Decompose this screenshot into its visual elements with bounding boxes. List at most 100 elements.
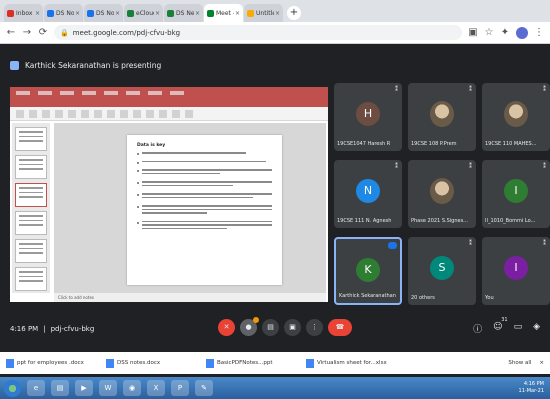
participant-tile[interactable]: ⁑ I II_1010_Bommi Lo... [482,160,550,228]
slide-notes[interactable]: Click to add notes [54,293,326,302]
participant-photo [430,178,454,204]
browser-tab[interactable]: DS Nemo...× [164,4,203,22]
tab-title: DS Nemo... [176,9,194,17]
participant-photo [504,101,528,127]
paint-icon[interactable]: ✎ [195,380,213,396]
activities-icon[interactable]: ◈ [533,322,540,335]
powerpoint-icon[interactable]: P [171,380,189,396]
word-icon[interactable]: W [99,380,117,396]
current-slide: Data is key [127,135,282,285]
slide-thumbnail[interactable] [15,239,47,263]
extension-icon[interactable]: ✦ [500,27,510,38]
participant-name: 19CSE1047 Haresh R [337,141,391,147]
tab-close-icon[interactable]: × [235,10,240,17]
slide-thumbnails [12,123,50,293]
slide-thumbnail[interactable] [15,211,47,235]
tab-favicon-icon [127,9,134,17]
camera-icon[interactable]: ▣ [468,27,478,38]
mic-muted-icon: ⁑ [395,163,398,170]
participant-name: 20 others [411,295,435,301]
ie-icon[interactable]: e [27,380,45,396]
browser-tab[interactable]: Untitled...× [244,4,283,22]
profile-avatar[interactable] [516,26,528,39]
explorer-icon[interactable]: ▤ [51,380,69,396]
tab-close-icon[interactable]: × [195,10,200,17]
participant-name: 19CSE 108 P.Prem [411,141,457,147]
browser-tab[interactable]: Meet - p...× [204,4,243,22]
tab-favicon-icon [47,9,54,17]
browser-tab[interactable]: eCloud ph...× [124,4,163,22]
participant-name: Phase 2021 S.Signes... [411,218,468,224]
leave-call-button[interactable]: ☎ [328,319,352,336]
people-icon[interactable]: ☺ 31 [493,317,507,335]
mic-off-button[interactable]: ✕ [218,319,235,336]
tab-favicon-icon [87,9,94,17]
download-name: Virtualism sheet for...xlsx [317,360,387,366]
address-bar[interactable]: 🔒 meet.google.com/pdj-cfvu-bkg [54,25,462,40]
download-name: ppt for employees .docx [17,360,84,366]
camera-button[interactable]: ● [240,317,259,336]
mic-muted-icon: ⁑ [469,240,472,247]
clock-time: 4:16 PM [523,381,544,387]
slide-thumbnail[interactable] [15,183,47,207]
download-item[interactable]: ppt for employees .docx [6,358,96,368]
file-icon [206,358,214,368]
participant-tile[interactable]: ⁑ N 19CSE 111 N. Agnesh [334,160,402,228]
meeting-bar: 4:16 PM | pdj-cfvu-bkg ✕ ● ▤ ▣ ⋮ ☎ ⓘ ☺ 31… [0,316,550,346]
excel-icon[interactable]: X [147,380,165,396]
info-icon[interactable]: ⓘ [473,322,482,335]
new-tab-button[interactable]: + [287,6,301,20]
participant-tile[interactable]: ⁑ H 19CSE1047 Haresh R [334,83,402,151]
participant-avatar: K [356,258,380,282]
participant-name: 19CSE 110 MAHES... [485,141,537,147]
present-button[interactable]: ▣ [284,319,301,336]
slide-thumbnail[interactable] [15,267,47,291]
file-icon [306,358,314,368]
tab-close-icon[interactable]: × [75,10,80,17]
download-item[interactable]: Virtualism sheet for...xlsx [306,358,396,368]
speaking-indicator-icon [388,242,397,249]
browser-tab[interactable]: DS Notes...× [84,4,123,22]
back-icon[interactable]: ← [6,27,16,38]
slide-thumbnail[interactable] [15,155,47,179]
close-shelf-icon[interactable]: × [539,360,544,366]
start-button[interactable] [4,379,21,397]
participant-tile[interactable]: ⁑ 19CSE 110 MAHES... [482,83,550,151]
shared-screen: Data is key Click to add notes [10,87,328,302]
participant-tile[interactable]: ⁑ I You [482,237,550,305]
tab-favicon-icon [247,9,254,17]
media-player-icon[interactable]: ▶ [75,380,93,396]
captions-button[interactable]: ▤ [262,319,279,336]
tab-close-icon[interactable]: × [155,10,160,17]
chrome-icon[interactable]: ◉ [123,380,141,396]
screen: Inbox (2) - k...×DS Notes...×DS Notes...… [0,0,550,399]
participant-name: II_1010_Bommi Lo... [485,218,536,224]
mic-muted-icon: ⁑ [543,86,546,93]
show-all-link[interactable]: Show all [508,360,531,366]
slide-thumbnail[interactable] [15,127,47,151]
participant-tile[interactable]: ⁑ 19CSE 108 P.Prem [408,83,476,151]
tab-close-icon[interactable]: × [115,10,120,17]
star-icon[interactable]: ☆ [484,27,494,38]
chat-icon[interactable]: ▭ [514,322,523,335]
menu-icon[interactable]: ⋮ [534,27,544,38]
reload-icon[interactable]: ⟳ [38,27,48,38]
browser-tab[interactable]: DS Notes...× [44,4,83,22]
browser-tab[interactable]: Inbox (2) - k...× [4,4,43,22]
download-item[interactable]: BasicPDFNotes...ppt [206,358,296,368]
tab-title: Meet - p... [216,9,234,17]
forward-icon[interactable]: → [22,27,32,38]
mic-muted-icon: ⁑ [395,86,398,93]
people-count: 31 [501,317,508,323]
meeting-code: pdj-cfvu-bkg [50,325,95,333]
tab-close-icon[interactable]: × [35,10,40,17]
participant-tile[interactable]: ⁑ S 20 others [408,237,476,305]
tab-title: Inbox (2) - k... [16,9,34,17]
more-options-button[interactable]: ⋮ [306,319,323,336]
present-screen-icon [10,60,19,70]
download-item[interactable]: DSS notes.docx [106,358,196,368]
tab-close-icon[interactable]: × [275,10,280,17]
participant-tile[interactable]: K Karthick Sekaranathan [334,237,402,305]
participant-tile[interactable]: ⁑ Phase 2021 S.Signes... [408,160,476,228]
meeting-side-controls: ⓘ ☺ 31 ▭ ◈ [473,317,540,335]
